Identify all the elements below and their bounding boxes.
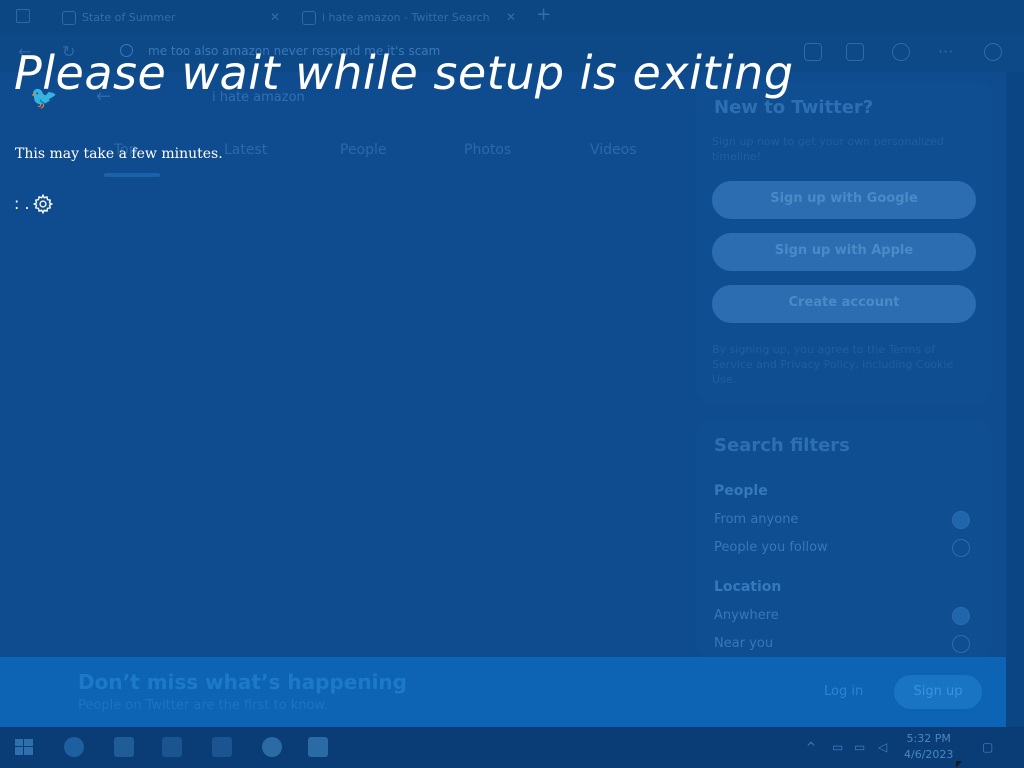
- setup-subtitle: This may take a few minutes.: [15, 146, 223, 162]
- setup-overlay: Please wait while setup is exiting This …: [0, 0, 1024, 768]
- gear-icon: [32, 193, 54, 215]
- mouse-cursor: [956, 761, 962, 768]
- setup-title: Please wait while setup is exiting: [14, 46, 794, 100]
- setup-progress-dots: : .: [14, 194, 30, 213]
